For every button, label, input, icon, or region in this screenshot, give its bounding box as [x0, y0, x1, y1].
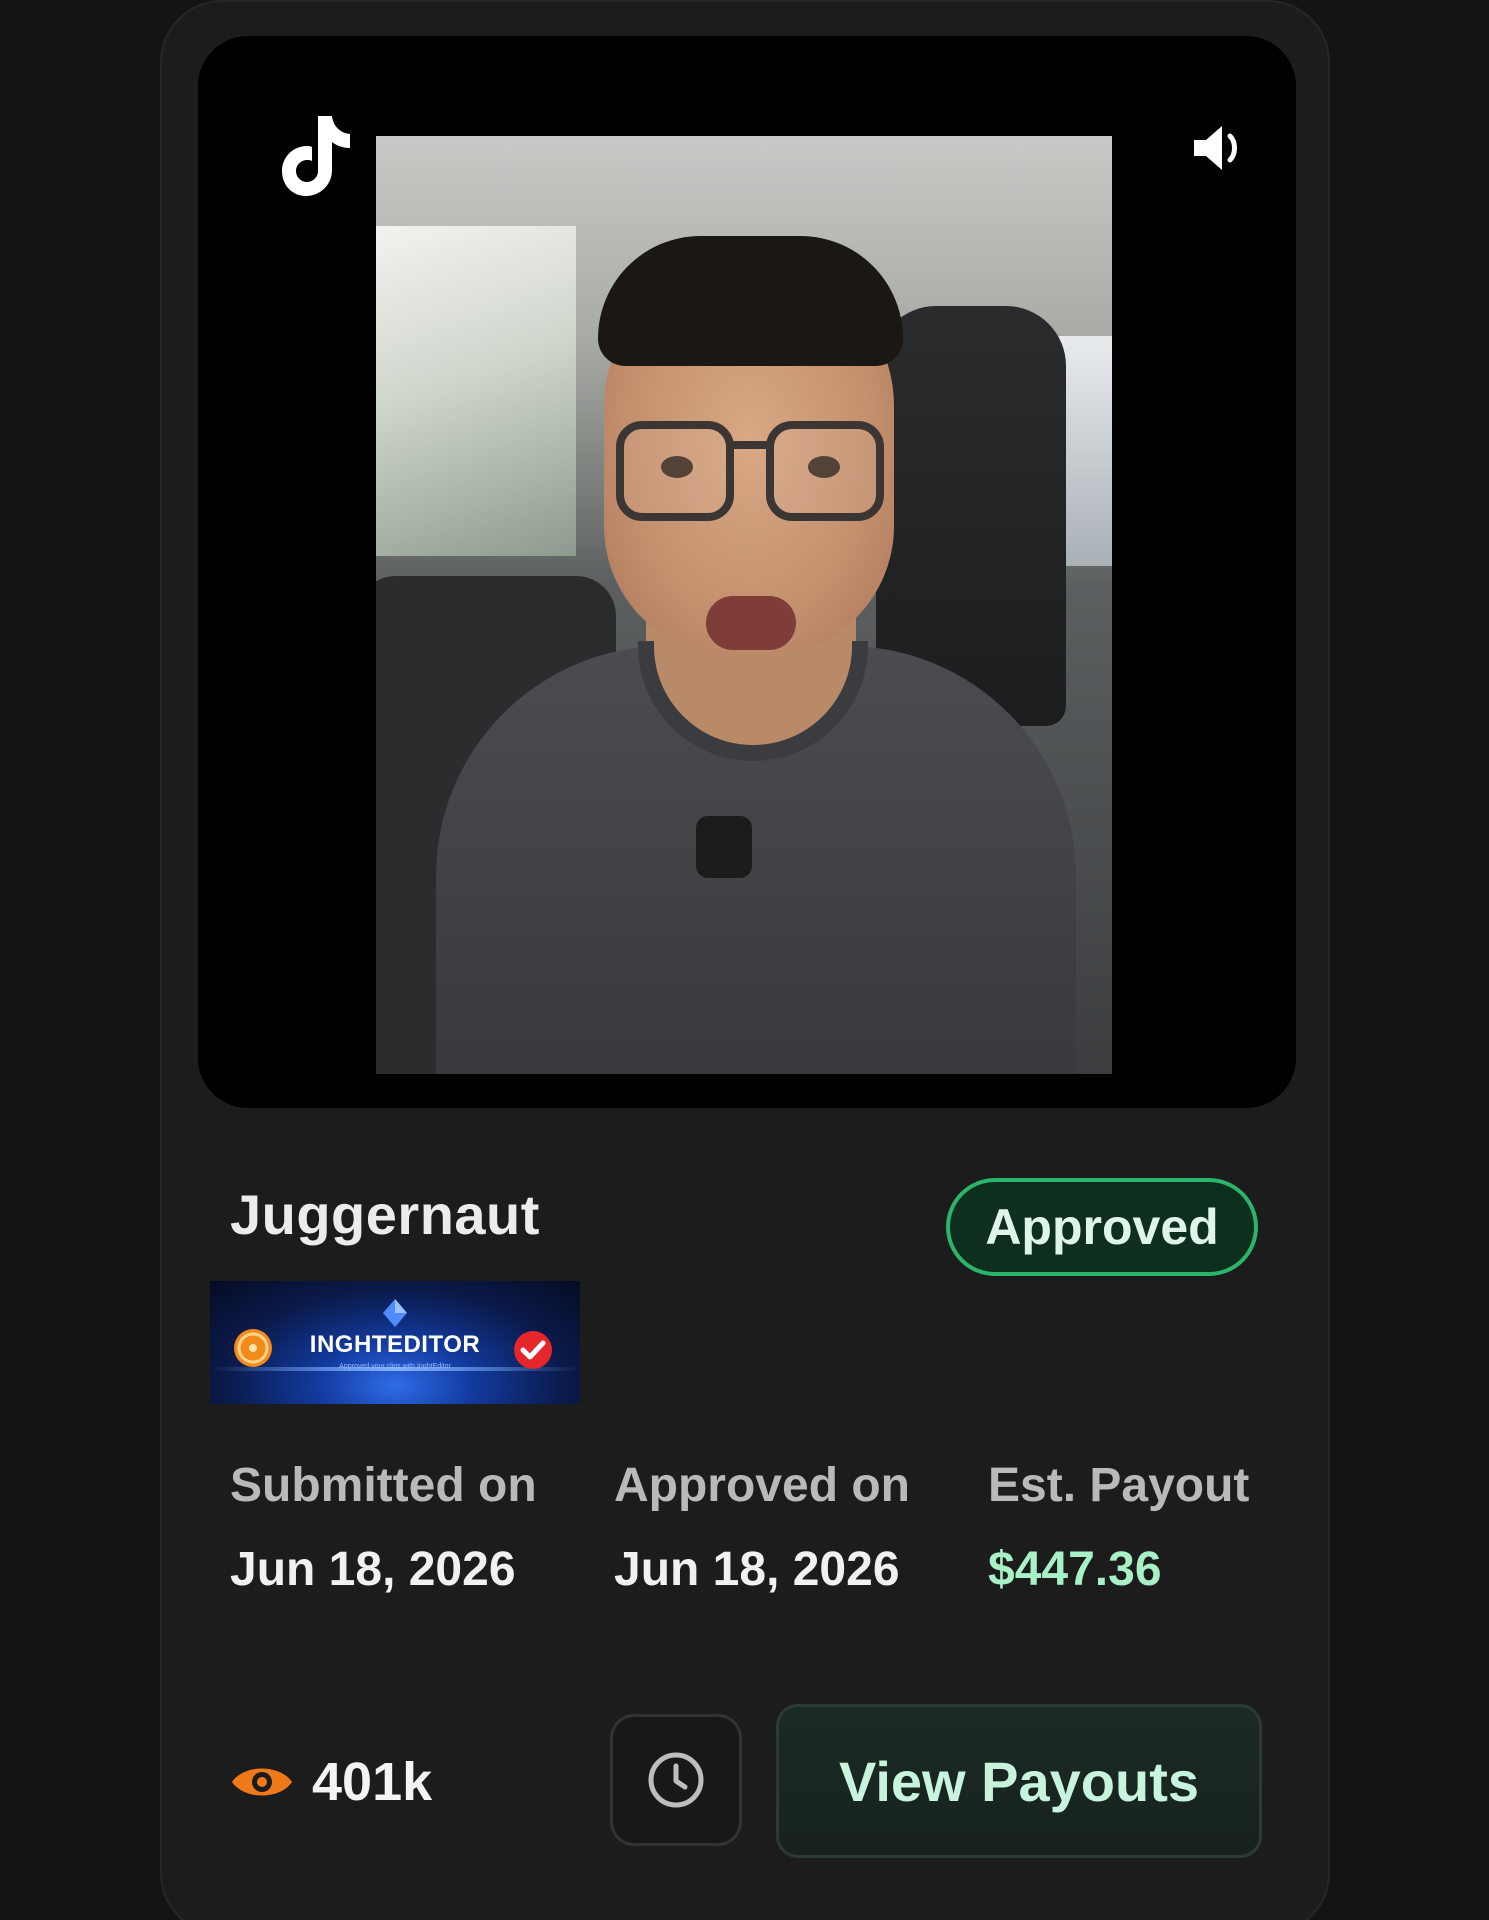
glasses-bridge — [732, 441, 768, 449]
campaign-title: Juggernaut — [230, 1183, 540, 1246]
person-mouth — [706, 596, 796, 650]
check-badge-icon — [514, 1331, 552, 1369]
car-window-left — [376, 226, 576, 556]
page: Juggernaut Approved INGHTEDITOR Approved… — [0, 0, 1489, 1920]
editor-banner[interactable]: INGHTEDITOR Approved your clips with Ing… — [210, 1281, 580, 1404]
eye-icon — [232, 1768, 292, 1796]
speaker-volume-icon[interactable] — [1188, 118, 1248, 178]
diamond-icon — [383, 1299, 407, 1327]
tiktok-icon — [282, 116, 350, 196]
views-count: 401k — [312, 1752, 433, 1812]
glasses-lens-left — [616, 421, 734, 521]
lapel-mic — [696, 816, 752, 878]
video-frame[interactable] — [376, 136, 1112, 1074]
glasses-lens-right — [766, 421, 884, 521]
status-badge: Approved — [946, 1178, 1258, 1276]
approved-date: Jun 18, 2026 — [614, 1543, 900, 1596]
view-payouts-button[interactable]: View Payouts — [776, 1704, 1262, 1858]
clock-icon — [648, 1752, 704, 1808]
submitted-label: Submitted on — [230, 1459, 537, 1512]
views-stat: 401k — [230, 1750, 432, 1814]
payout-label: Est. Payout — [988, 1459, 1250, 1512]
approved-label: Approved on — [614, 1459, 910, 1512]
submission-card: Juggernaut Approved INGHTEDITOR Approved… — [160, 0, 1330, 1920]
person-hair — [598, 236, 903, 366]
submitted-date: Jun 18, 2026 — [230, 1543, 516, 1596]
history-button[interactable] — [610, 1714, 742, 1846]
payout-amount: $447.36 — [988, 1543, 1162, 1596]
video-player[interactable] — [198, 36, 1296, 1108]
